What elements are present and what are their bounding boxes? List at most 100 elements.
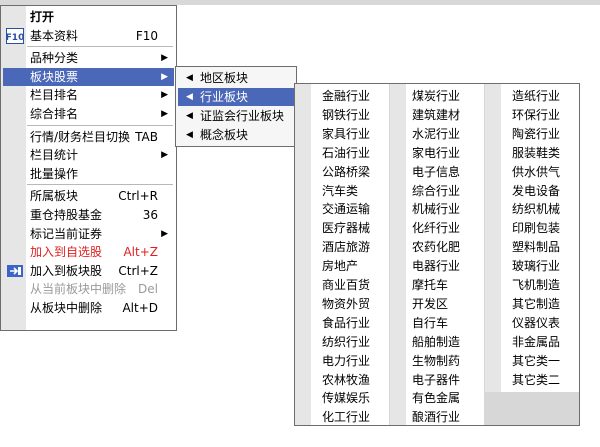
industry-item[interactable]: 塑料制品: [512, 238, 560, 257]
menu-item-label: 所属板块: [30, 189, 79, 204]
industry-item[interactable]: 开发区: [412, 295, 448, 314]
category-item[interactable]: 品种分类 ▶: [3, 49, 174, 67]
industry-item[interactable]: 交通运输: [322, 200, 370, 219]
add-to-watchlist-item[interactable]: 加入到自选股 Alt+Z: [3, 243, 174, 261]
heavy-holding-fund-item[interactable]: 重仓持股基金 36: [3, 206, 174, 224]
shortcut-label: F10: [135, 28, 158, 43]
remove-from-block-item[interactable]: 从板块中删除 Alt+D: [3, 299, 174, 317]
menu-item-label: 概念板块: [200, 128, 249, 142]
industry-item[interactable]: 玻璃行业: [512, 257, 560, 276]
quote-finance-switch-item[interactable]: 行情/财务栏目切换 TAB: [3, 128, 174, 146]
industry-item[interactable]: 供水供气: [512, 163, 560, 182]
f10-icon: F10: [6, 27, 24, 44]
batch-operation-item[interactable]: 批量操作: [3, 165, 174, 183]
menu-item-label: 从板块中删除: [30, 301, 103, 315]
industry-item[interactable]: 房地产: [322, 257, 358, 276]
industry-item[interactable]: 纺织机械: [512, 200, 560, 219]
industry-column: 金融行业 钢铁行业 家具行业 石油行业 公路桥梁 汽车类 交通运输 医疗器械 酒店旅游 房地产 商业…: [295, 84, 389, 425]
industry-item[interactable]: 非金属品: [512, 333, 560, 352]
industry-item[interactable]: 化纤行业: [412, 219, 460, 238]
industry-item[interactable]: 化工行业: [322, 408, 370, 427]
industry-item[interactable]: 自行车: [412, 314, 448, 333]
industry-item[interactable]: 船舶制造: [412, 333, 460, 352]
submenu-arrow-icon: ◀: [186, 73, 193, 83]
industry-item[interactable]: 造纸行业: [512, 87, 560, 106]
column-rank-item[interactable]: 栏目排名 ▶: [3, 86, 174, 104]
industry-item[interactable]: 环保行业: [512, 106, 560, 125]
submenu-arrow-icon: ◀: [186, 92, 193, 102]
menu-item-label: 综合排名: [30, 107, 79, 121]
industry-item[interactable]: 水泥行业: [412, 125, 460, 144]
add-to-block-item[interactable]: 加入到板块股 Ctrl+Z: [3, 262, 174, 280]
industry-item[interactable]: 家电行业: [412, 144, 460, 163]
industry-item[interactable]: 传媒娱乐: [322, 389, 370, 408]
industry-item[interactable]: 物资外贸: [322, 295, 370, 314]
mark-security-item[interactable]: 标记当前证券 ▶: [3, 225, 174, 243]
industry-item[interactable]: 公路桥梁: [322, 163, 370, 182]
column-stats-item[interactable]: 栏目统计 ▶: [3, 146, 174, 164]
industry-item[interactable]: 发电设备: [512, 182, 560, 201]
industry-item[interactable]: 汽车类: [322, 182, 358, 201]
industry-item[interactable]: 医疗器械: [322, 219, 370, 238]
csrc-industry-block-item[interactable]: ◀ 证监会行业板块: [178, 107, 294, 125]
submenu-arrow-icon: ◀: [186, 111, 193, 121]
industry-item[interactable]: 有色金属: [412, 389, 460, 408]
industry-item[interactable]: 摩托车: [412, 276, 448, 295]
menu-item-label: 基本资料: [30, 28, 79, 43]
industry-item[interactable]: 其它制造: [512, 295, 560, 314]
shortcut-label: TAB: [135, 129, 158, 144]
industry-item[interactable]: 金融行业: [322, 87, 370, 106]
industry-item[interactable]: 飞机制造: [512, 276, 560, 295]
industry-item[interactable]: 生物制药: [412, 352, 460, 371]
overall-rank-item[interactable]: 综合排名 ▶: [3, 105, 174, 123]
industry-item[interactable]: 电器行业: [412, 257, 460, 276]
submenu-arrow-icon: ▶: [161, 150, 168, 161]
block-stocks-item[interactable]: 板块股票 ▶: [3, 67, 174, 86]
basic-info-item[interactable]: F10 基本资料 F10: [3, 27, 174, 45]
industry-item[interactable]: 仪器仪表: [512, 314, 560, 333]
industry-item[interactable]: 服装鞋类: [512, 144, 560, 163]
menu-item-label: 品种分类: [30, 51, 79, 66]
svg-text:F10: F10: [6, 33, 24, 43]
industry-item[interactable]: 电力行业: [322, 352, 370, 371]
industry-item[interactable]: 煤炭行业: [412, 87, 460, 106]
industry-item[interactable]: 其它类二: [512, 371, 560, 390]
belonging-block-item[interactable]: 所属板块 Ctrl+R: [3, 187, 174, 205]
industry-item[interactable]: 电子器件: [412, 371, 460, 390]
industry-item[interactable]: 农药化肥: [412, 238, 460, 257]
menu-item-label: 打开: [30, 10, 55, 24]
industry-block-list: 金融行业 钢铁行业 家具行业 石油行业 公路桥梁 汽车类 交通运输 医疗器械 酒店旅游 房地产 商业…: [294, 83, 580, 426]
industry-item[interactable]: 酒店旅游: [322, 238, 370, 257]
concept-block-item[interactable]: ◀ 概念板块: [178, 126, 294, 144]
industry-block-item[interactable]: ◀ 行业板块: [178, 88, 294, 106]
menu-separator: [27, 184, 173, 186]
industry-item[interactable]: 家具行业: [322, 125, 370, 144]
industry-item[interactable]: 商业百货: [322, 276, 370, 295]
industry-item[interactable]: 其它类一: [512, 352, 560, 371]
industry-item[interactable]: 纺织行业: [322, 333, 370, 352]
add-to-block-icon: [6, 263, 24, 279]
industry-item[interactable]: 钢铁行业: [322, 106, 370, 125]
shortcut-label: Alt+D: [122, 301, 158, 315]
menu-item-label: 栏目排名: [30, 88, 79, 103]
submenu-arrow-icon: ◀: [186, 130, 193, 140]
industry-item[interactable]: 农林牧渔: [322, 371, 370, 390]
shortcut-label: 36: [142, 208, 158, 222]
open-item[interactable]: 打开: [3, 8, 174, 26]
industry-item[interactable]: 机械行业: [412, 200, 460, 219]
menu-item-label: 栏目统计: [30, 148, 79, 163]
industry-item[interactable]: 电子信息: [412, 163, 460, 182]
industry-item[interactable]: 综合行业: [412, 182, 460, 201]
menu-icon-strip: [390, 84, 406, 425]
industry-item[interactable]: 石油行业: [322, 144, 370, 163]
region-block-item[interactable]: ◀ 地区板块: [178, 69, 294, 87]
industry-item[interactable]: 食品行业: [322, 314, 370, 333]
menu-item-label: 板块股票: [30, 69, 79, 84]
industry-item[interactable]: 印刷包装: [512, 219, 560, 238]
menu-item-label: 从当前板块中删除: [30, 282, 127, 297]
industry-item[interactable]: 酿酒行业: [412, 408, 460, 427]
industry-item[interactable]: 建筑建材: [412, 106, 460, 125]
menu-item-label: 证监会行业板块: [200, 109, 285, 123]
submenu-arrow-icon: ▶: [161, 71, 168, 82]
industry-item[interactable]: 陶瓷行业: [512, 125, 560, 144]
